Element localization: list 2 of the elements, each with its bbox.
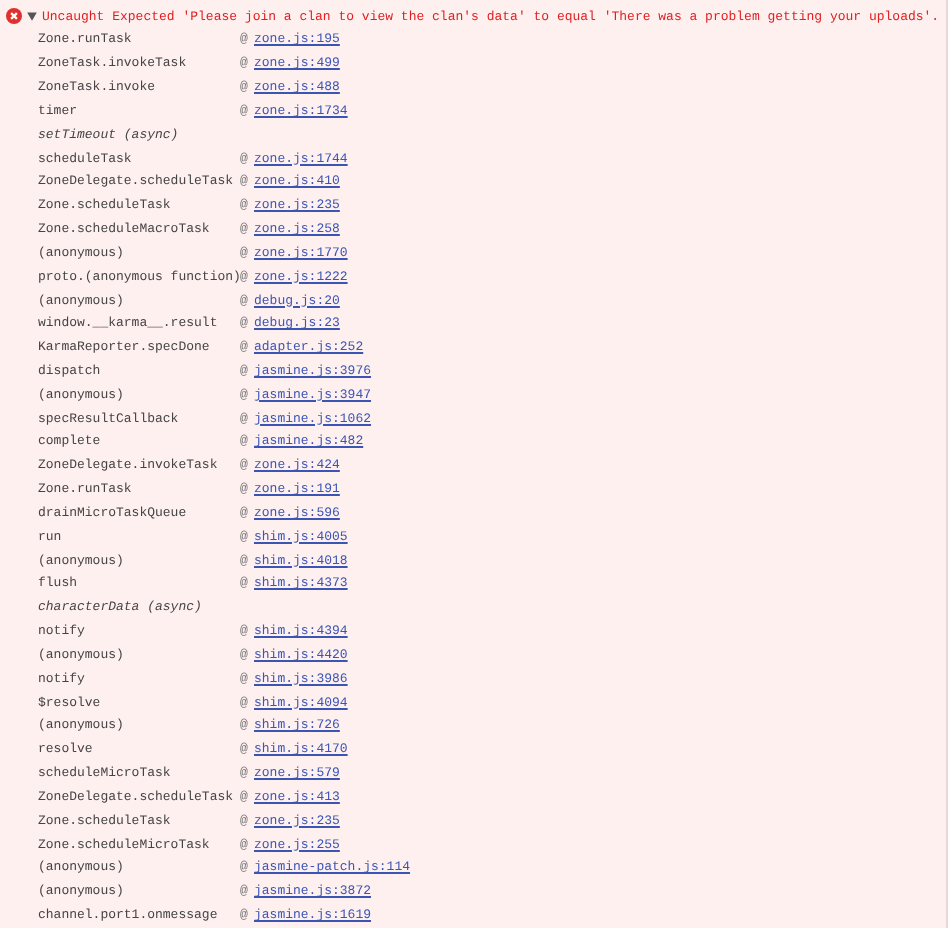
error-icon <box>6 8 22 24</box>
collapse-triangle-icon[interactable] <box>26 10 38 22</box>
